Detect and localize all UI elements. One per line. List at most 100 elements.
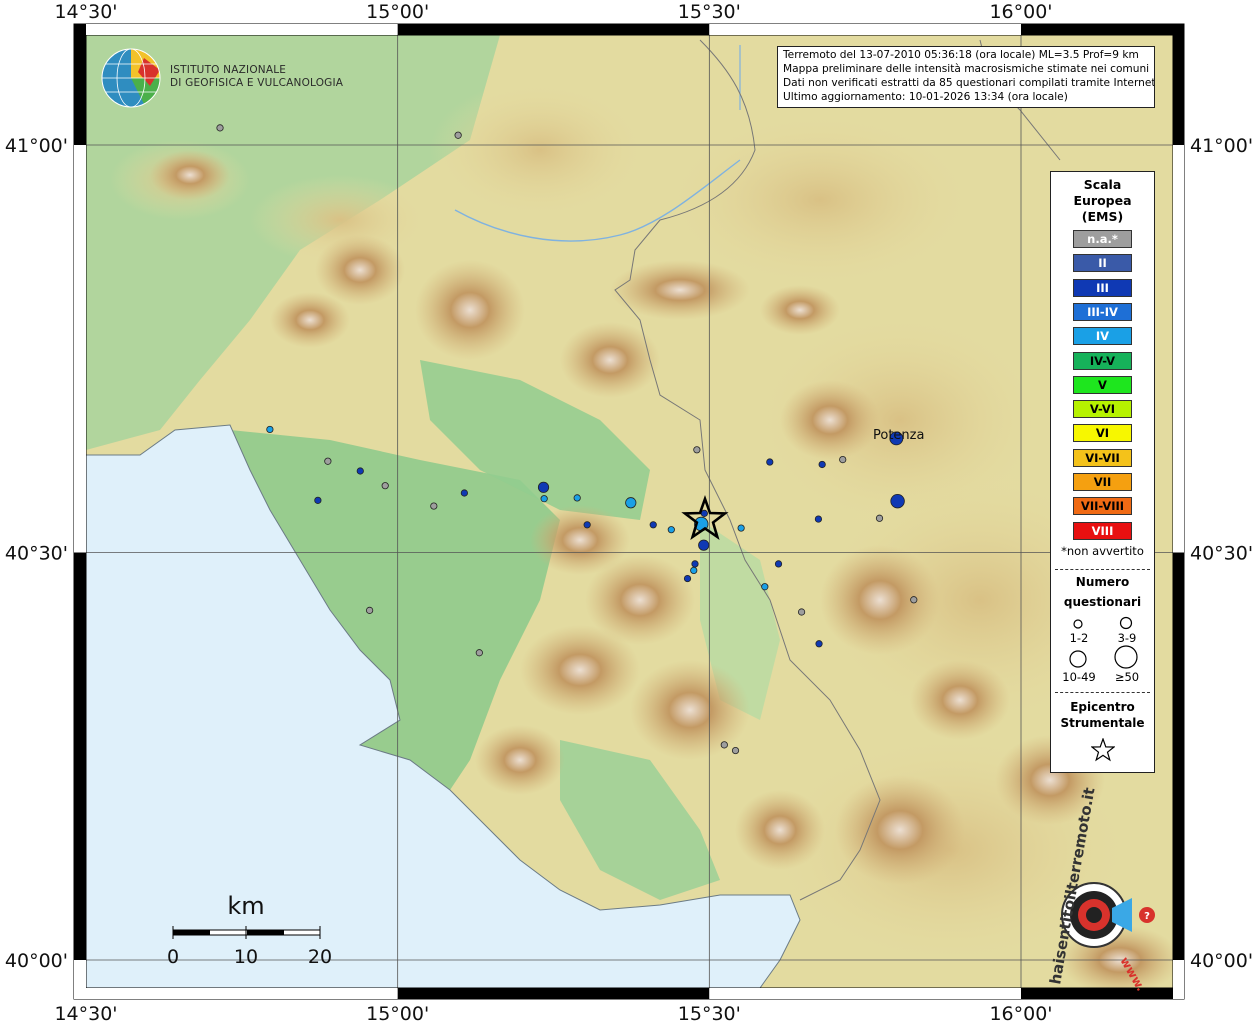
legend-epicenter-line2: Strumentale xyxy=(1060,716,1145,730)
scale-bar-segment xyxy=(173,930,210,935)
frame-segment-right xyxy=(1173,24,1184,145)
intensity-point xyxy=(683,574,692,583)
legend-swatch: V xyxy=(1073,375,1132,394)
intensity-point xyxy=(693,446,701,454)
frame-segment-bottom xyxy=(709,988,1021,999)
frame-segment-bottom xyxy=(86,988,398,999)
intensity-point xyxy=(573,494,581,502)
intensity-point xyxy=(700,509,708,517)
mountain xyxy=(630,660,750,760)
lon-label-bottom: 14°30' xyxy=(54,1003,117,1024)
mountain xyxy=(270,292,350,348)
terrain-layer xyxy=(86,35,1173,988)
scale-bar-segment xyxy=(247,930,284,935)
legend-swatch: VI xyxy=(1073,424,1132,443)
lon-label-top: 16°00' xyxy=(989,1,1052,23)
frame-segment-left xyxy=(74,24,86,145)
size-symbol-10-49-icon xyxy=(1069,650,1087,668)
legend-title-line1: Scala xyxy=(1083,177,1122,192)
ingv-logo-line2: DI GEOFISICA E VULCANOLOGIA xyxy=(170,77,344,89)
scale-bar-unit: km xyxy=(227,892,264,920)
intensity-point xyxy=(814,515,823,523)
ingv-logo-line1: ISTITUTO NAZIONALE xyxy=(170,64,287,76)
intensity-point xyxy=(797,608,806,616)
mountain xyxy=(780,380,880,460)
scale-bar-tick-20: 20 xyxy=(308,946,332,968)
mountain xyxy=(475,725,565,795)
lon-label-top: 15°30' xyxy=(678,1,741,23)
intensity-point xyxy=(266,425,274,434)
legend-separator xyxy=(1055,569,1150,570)
intensity-point xyxy=(625,497,637,509)
intensity-point xyxy=(720,741,728,749)
mountain xyxy=(315,235,405,305)
ingv-logo-text: ISTITUTO NAZIONALE DI GEOFISICA E VULCAN… xyxy=(170,64,343,90)
legend-swatch: III xyxy=(1073,278,1132,297)
intensity-point xyxy=(818,460,826,469)
map-stage: 14°30' 14°30' 15°00' 15°00' 15°30' 15°30' 16°0… xyxy=(0,0,1255,1025)
size-label-10-49: 10-49 xyxy=(1062,670,1096,684)
intensity-point xyxy=(356,467,364,475)
scale-bar-tick-0: 0 xyxy=(167,946,179,968)
frame-segment-bottom xyxy=(397,988,710,999)
intensity-point xyxy=(314,496,322,504)
legend-epicenter-line1: Epicentro xyxy=(1070,700,1135,714)
intensity-point xyxy=(454,131,462,139)
intensity-point xyxy=(460,489,468,497)
intensity-point xyxy=(774,560,783,568)
city-label-potenza: Potenza xyxy=(873,428,924,443)
lat-label-right: 40°00' xyxy=(1190,950,1253,972)
event-info-line4: Ultimo aggiornamento: 10-01-2026 13:34 (… xyxy=(783,91,1068,103)
mountain xyxy=(150,150,230,200)
lat-label-left: 41°00' xyxy=(5,135,68,157)
legend-title: Scala Europea (EMS) xyxy=(1051,177,1154,225)
legend-swatch: IV xyxy=(1073,327,1132,346)
legend-swatch: VII xyxy=(1073,473,1132,491)
intensity-point xyxy=(731,746,740,755)
intensity-point xyxy=(324,457,332,465)
mountain xyxy=(910,660,1010,740)
intensity-point xyxy=(766,458,774,466)
frame-segment-right xyxy=(1173,552,1184,960)
lon-label-bottom: 15°00' xyxy=(366,1003,429,1024)
intensity-point xyxy=(910,596,918,604)
legend-swatch: VIII xyxy=(1073,521,1132,540)
legend-swatch: III-IV xyxy=(1073,302,1132,321)
legend-epicenter-star-icon xyxy=(1091,738,1115,762)
intensity-point xyxy=(475,649,483,657)
frame-segment-bottom xyxy=(1021,988,1184,999)
lon-label-top: 14°30' xyxy=(54,1,117,23)
legend-separator xyxy=(1055,692,1150,693)
mountain xyxy=(735,790,825,870)
legend-not-felt-note: *non avvertito xyxy=(1061,544,1144,558)
intensity-point xyxy=(430,502,438,510)
mountain xyxy=(610,260,750,320)
size-label-50: ≥50 xyxy=(1114,670,1140,684)
event-info-box: Terremoto del 13-07-2010 05:36:18 (ora l… xyxy=(777,46,1155,108)
intensity-point xyxy=(216,124,224,132)
lon-label-top: 15°00' xyxy=(366,1,429,23)
intensity-point xyxy=(737,524,745,532)
mountain xyxy=(820,545,940,655)
scale-bar-tick-10: 10 xyxy=(234,946,258,968)
intensity-point xyxy=(839,455,847,464)
intensity-point xyxy=(649,521,657,529)
intensity-point xyxy=(381,482,389,490)
event-info-line1: Terremoto del 13-07-2010 05:36:18 (ora l… xyxy=(783,49,1139,61)
legend-title-line3: (EMS) xyxy=(1081,209,1124,224)
size-label-3-9: 3-9 xyxy=(1117,631,1137,645)
size-symbol-50-icon xyxy=(1114,645,1138,669)
frame-segment-left xyxy=(74,552,86,960)
intensity-point xyxy=(690,566,698,575)
intensity-point xyxy=(667,526,675,534)
intensity-point xyxy=(890,493,905,509)
intensity-point xyxy=(761,583,769,591)
frame-segment-left xyxy=(74,960,86,999)
hill xyxy=(430,80,650,220)
lon-label-bottom: 15°30' xyxy=(678,1003,741,1024)
frame-segment-right xyxy=(1173,145,1184,553)
lat-label-left: 40°00' xyxy=(5,950,68,972)
intensity-point xyxy=(583,521,591,529)
legend-swatch: VI-VII xyxy=(1073,448,1132,467)
frame-segment-top xyxy=(1021,24,1184,35)
